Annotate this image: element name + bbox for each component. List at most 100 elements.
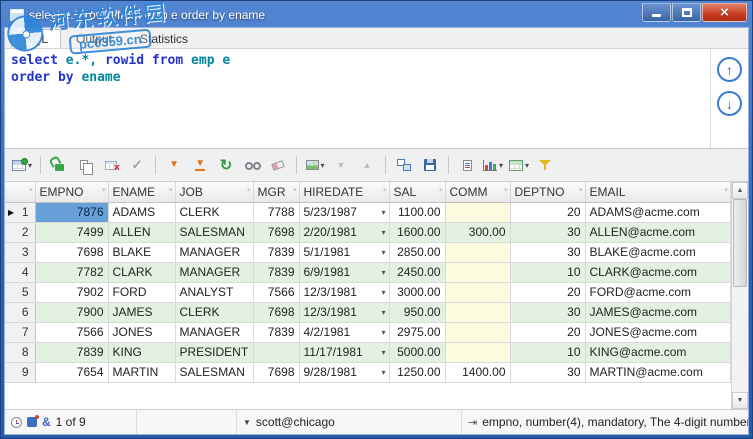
grid-cell[interactable]: 2450.00 xyxy=(389,262,446,283)
grid-cell[interactable]: 7782 xyxy=(35,262,109,283)
maximize-button[interactable] xyxy=(672,3,701,22)
grid-cell[interactable]: ALLEN xyxy=(108,222,176,243)
grid-cell[interactable]: 11/17/1981 xyxy=(299,342,390,363)
previous-statement-button[interactable]: ↑ xyxy=(717,57,742,82)
grid-cell[interactable]: 7566 xyxy=(253,282,300,303)
grid-cell[interactable]: 9/28/1981 xyxy=(299,362,390,383)
grid-cell[interactable]: 2/20/1981 xyxy=(299,222,390,243)
grid-cell[interactable]: MANAGER xyxy=(175,322,254,343)
grid-cell[interactable]: 7902 xyxy=(35,282,109,303)
grid-cell[interactable]: JAMES@acme.com xyxy=(585,302,731,323)
grid-cell[interactable]: 30 xyxy=(510,302,586,323)
scrollbar-track[interactable] xyxy=(732,287,748,392)
grid-cell[interactable]: CLERK xyxy=(175,202,254,223)
column-header-email[interactable]: EMAIL xyxy=(585,182,731,203)
row-number[interactable]: 9 xyxy=(5,362,36,383)
grid-cell[interactable]: 5000.00 xyxy=(389,342,446,363)
grid-cell[interactable]: JONES xyxy=(108,322,176,343)
vertical-scrollbar[interactable]: ▲ ▼ xyxy=(731,182,748,409)
grid-cell[interactable]: 7839 xyxy=(35,342,109,363)
grid-cell[interactable]: 12/3/1981 xyxy=(299,282,390,303)
row-number[interactable]: 2 xyxy=(5,222,36,243)
grid-cell[interactable]: 300.00 xyxy=(445,222,511,243)
save-results-button[interactable] xyxy=(418,153,442,177)
fetch-next-page-button[interactable]: ▼ xyxy=(162,153,186,177)
post-changes-button[interactable]: ✓ xyxy=(125,153,149,177)
grid-cell[interactable]: 4/2/1981 xyxy=(299,322,390,343)
refresh-button[interactable]: ↻ xyxy=(214,153,238,177)
grid-cell[interactable]: 12/3/1981 xyxy=(299,302,390,323)
grid-cell[interactable]: 7698 xyxy=(253,362,300,383)
column-header-deptno[interactable]: DEPTNO xyxy=(510,182,586,203)
grid-cell[interactable] xyxy=(445,202,511,223)
grid-cell[interactable]: 30 xyxy=(510,242,586,263)
grid-cell[interactable]: SALESMAN xyxy=(175,222,254,243)
grid-cell[interactable]: CLERK xyxy=(175,302,254,323)
row-number[interactable]: 8 xyxy=(5,342,36,363)
grid-cell[interactable]: KING xyxy=(108,342,176,363)
show-image-button[interactable]: ▾ xyxy=(303,153,327,177)
grid-cell[interactable]: 7698 xyxy=(35,242,109,263)
grid-cell[interactable] xyxy=(445,282,511,303)
grid-cell[interactable]: 5/1/1981 xyxy=(299,242,390,263)
grid-cell[interactable]: 5/23/1987 xyxy=(299,202,390,223)
column-header-empno[interactable]: EMPNO xyxy=(35,182,109,203)
tab-sql[interactable]: SQL xyxy=(11,29,62,48)
grid-cell[interactable]: 7839 xyxy=(253,242,300,263)
clear-button[interactable] xyxy=(266,153,290,177)
row-number[interactable]: 4 xyxy=(5,262,36,283)
grid-cell[interactable]: SALESMAN xyxy=(175,362,254,383)
grid-cell[interactable]: MANAGER xyxy=(175,262,254,283)
grid-corner[interactable] xyxy=(5,182,36,203)
grid-cell[interactable]: 1100.00 xyxy=(389,202,446,223)
grid-cell[interactable]: 20 xyxy=(510,322,586,343)
column-header-sal[interactable]: SAL xyxy=(389,182,446,203)
tab-statistics[interactable]: Statistics xyxy=(127,29,201,48)
next-statement-button[interactable]: ↓ xyxy=(717,91,742,116)
grid-cell[interactable]: 1250.00 xyxy=(389,362,446,383)
grid-cell[interactable]: BLAKE@acme.com xyxy=(585,242,731,263)
grid-cell[interactable] xyxy=(253,342,300,363)
scrollbar-up-icon[interactable]: ▲ xyxy=(732,182,748,199)
grid-cell[interactable]: 30 xyxy=(510,362,586,383)
grid-cell[interactable]: 7900 xyxy=(35,302,109,323)
row-number[interactable]: 3 xyxy=(5,242,36,263)
scrollbar-thumb[interactable] xyxy=(733,199,747,287)
row-number[interactable]: 1 xyxy=(5,202,36,223)
grid-cell[interactable]: 7788 xyxy=(253,202,300,223)
column-header-job[interactable]: JOB xyxy=(175,182,254,203)
column-header-comm[interactable]: COMM xyxy=(445,182,511,203)
grid-cell[interactable]: 7566 xyxy=(35,322,109,343)
grid-cell[interactable]: JONES@acme.com xyxy=(585,322,731,343)
grid-cell[interactable]: 7698 xyxy=(253,222,300,243)
column-header-ename[interactable]: ENAME xyxy=(108,182,176,203)
grid-cell[interactable]: 6/9/1981 xyxy=(299,262,390,283)
grid-cell[interactable]: 7654 xyxy=(35,362,109,383)
session-selector[interactable]: ▼ scott@chicago xyxy=(237,410,462,434)
grid-cell[interactable]: FORD xyxy=(108,282,176,303)
row-number[interactable]: 7 xyxy=(5,322,36,343)
grid-cell[interactable]: CLARK xyxy=(108,262,176,283)
grid-cell[interactable]: MARTIN@acme.com xyxy=(585,362,731,383)
column-header-hiredate[interactable]: HIREDATE xyxy=(299,182,390,203)
grid-cell[interactable]: ADAMS@acme.com xyxy=(585,202,731,223)
grid-cell[interactable]: 2850.00 xyxy=(389,242,446,263)
grid-cell[interactable]: JAMES xyxy=(108,302,176,323)
grid-cell[interactable]: 10 xyxy=(510,342,586,363)
sort-ascending-button[interactable]: ▲ xyxy=(355,153,379,177)
grid-cell[interactable]: PRESIDENT xyxy=(175,342,254,363)
grid-cell[interactable]: 30 xyxy=(510,222,586,243)
grid-cell[interactable]: 20 xyxy=(510,202,586,223)
export-grid-button[interactable]: ▾ xyxy=(507,153,531,177)
grid-cell[interactable]: 3000.00 xyxy=(389,282,446,303)
titlebar[interactable]: select e.*, rowid from emp e order by en… xyxy=(4,1,749,27)
report-button[interactable] xyxy=(455,153,479,177)
grid-cell[interactable]: 1400.00 xyxy=(445,362,511,383)
edit-data-button[interactable] xyxy=(47,153,71,177)
grid-cell[interactable] xyxy=(445,302,511,323)
grid-cell[interactable]: 2975.00 xyxy=(389,322,446,343)
row-number[interactable]: 5 xyxy=(5,282,36,303)
grid-cell[interactable]: 7839 xyxy=(253,262,300,283)
sql-editor[interactable]: select e.*, rowid from emp e order by ena… xyxy=(5,49,710,148)
sort-descending-button[interactable]: ▼ xyxy=(329,153,353,177)
